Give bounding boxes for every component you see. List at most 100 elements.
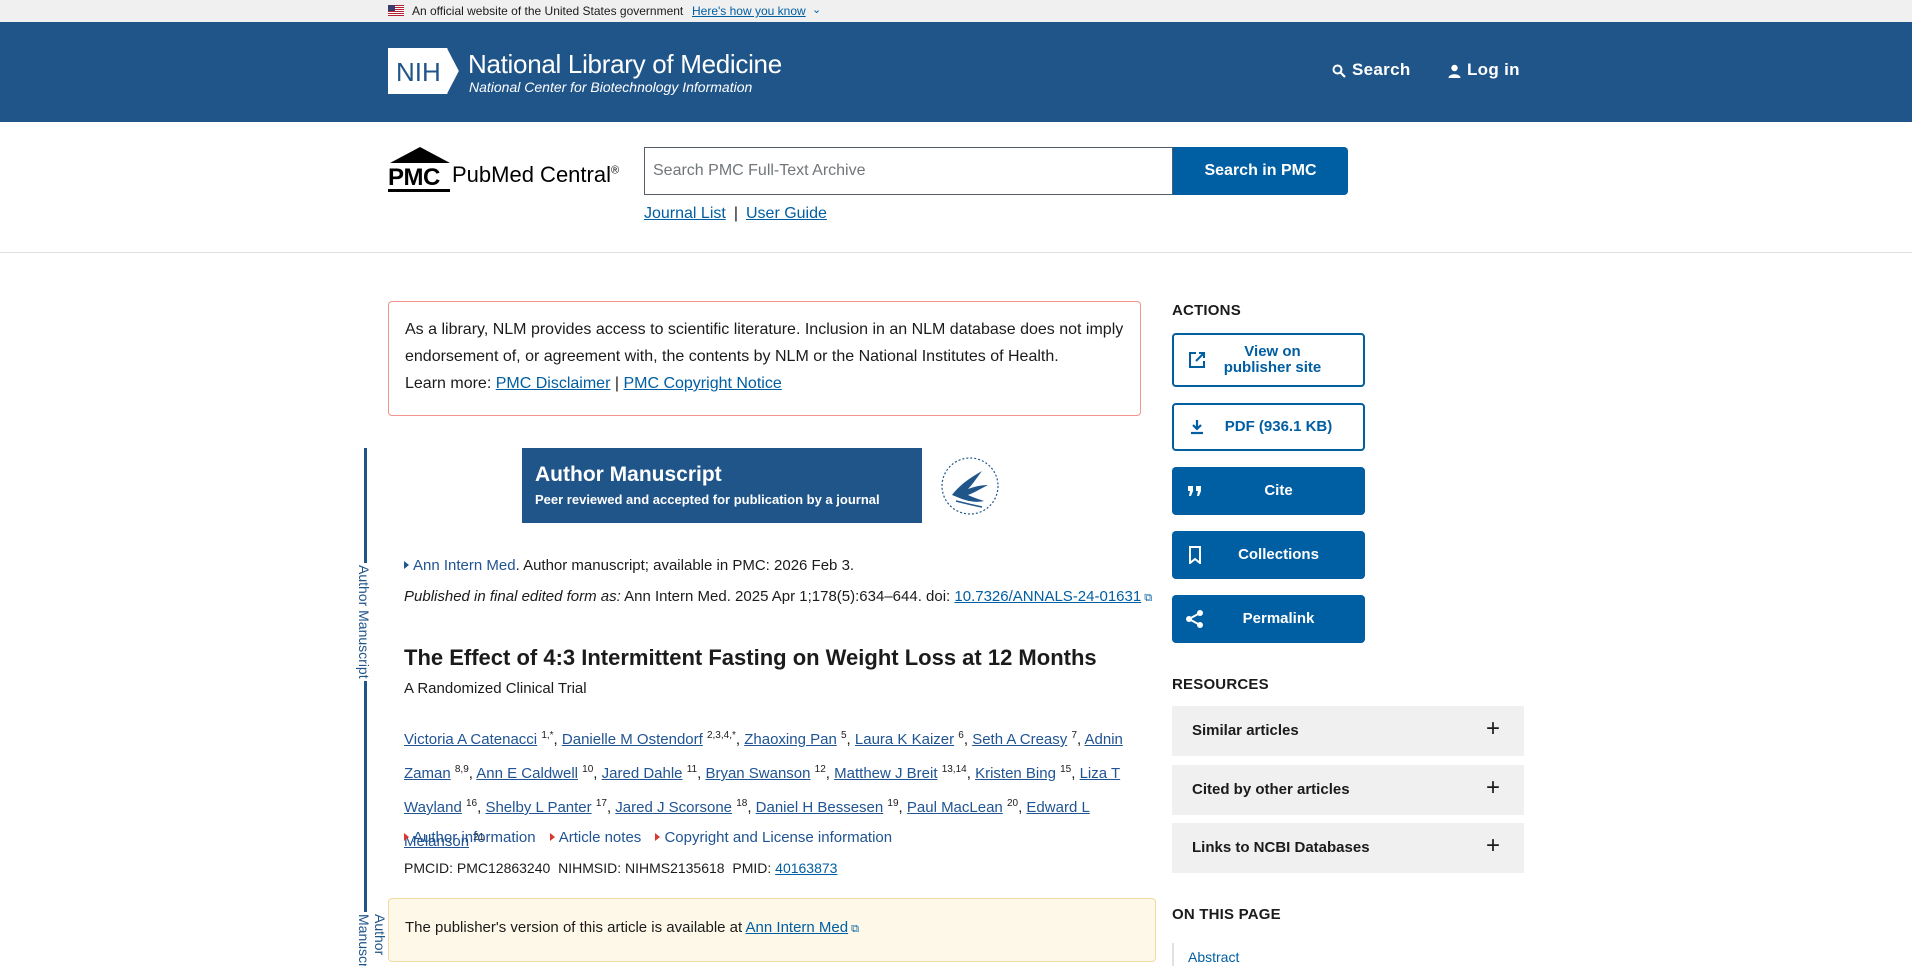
external-link-icon xyxy=(1186,349,1208,371)
official-website-text: An official website of the United States… xyxy=(412,4,684,18)
abstract-nav-link[interactable]: Abstract xyxy=(1188,949,1239,965)
author-affiliation: 6 xyxy=(958,730,964,741)
us-flag-icon xyxy=(388,5,404,16)
author-link[interactable]: Jared J Scorsone xyxy=(615,799,732,816)
author-affiliation: 20 xyxy=(1006,798,1019,809)
author-affiliation: 15 xyxy=(1060,764,1072,775)
chevron-down-icon[interactable]: ⌄ xyxy=(812,3,821,16)
pmc-search-band: PMC PubMed Central® Search in PMC Journa… xyxy=(0,122,1912,253)
pdf-download-button[interactable]: PDF (936.1 KB) xyxy=(1172,403,1365,451)
journal-list-link[interactable]: Journal List xyxy=(644,205,726,222)
on-this-page-title: ON THIS PAGE xyxy=(1172,906,1281,923)
similar-articles-accordion[interactable]: Similar articles + xyxy=(1172,706,1524,756)
pubmed-central-name[interactable]: PubMed Central® xyxy=(452,162,619,188)
author-affiliation: 17 xyxy=(595,798,607,809)
actions-title: ACTIONS xyxy=(1172,302,1241,319)
on-this-page-rule xyxy=(1172,943,1174,966)
banner-subtitle: Peer reviewed and accepted for publicati… xyxy=(535,492,880,507)
author-link[interactable]: Kristen Bing xyxy=(975,765,1056,782)
nih-logo[interactable]: NIH xyxy=(388,48,462,94)
author-affiliation: 18 xyxy=(736,798,748,809)
author-link[interactable]: Daniel H Bessesen xyxy=(756,799,884,816)
author-link[interactable]: Bryan Swanson xyxy=(705,765,810,782)
article-info-links: Author information Article notes Copyrig… xyxy=(404,829,902,846)
banner-seal-panel xyxy=(922,449,1021,522)
view-on-publisher-button[interactable]: View on publisher site xyxy=(1172,333,1365,387)
header-login-button[interactable]: Log in xyxy=(1448,60,1520,80)
pmid-link[interactable]: 40163873 xyxy=(775,860,837,876)
user-icon xyxy=(1448,64,1461,78)
search-icon xyxy=(1332,64,1346,78)
user-guide-link[interactable]: User Guide xyxy=(746,205,827,222)
pmc-copyright-link[interactable]: PMC Copyright Notice xyxy=(623,375,781,392)
author-affiliation: 13,14 xyxy=(941,764,967,775)
cite-button[interactable]: Cite xyxy=(1172,467,1365,515)
banner-title: Author Manuscript xyxy=(535,463,722,486)
pmc-logo[interactable]: PMC xyxy=(388,146,452,192)
author-link[interactable]: Zhaoxing Pan xyxy=(744,731,837,748)
author-affiliation: 19 xyxy=(887,798,899,809)
publisher-version-notice: The publisher's version of this article … xyxy=(388,898,1156,962)
author-manuscript-side-label: Author Manuscript xyxy=(356,563,372,681)
article-ids: PMCID: PMC12863240 NIHMSID: NIHMS2135618… xyxy=(404,860,837,876)
author-manuscript-banner: Author Manuscript Peer reviewed and acce… xyxy=(522,448,1021,523)
external-link-icon: ⧉ xyxy=(851,923,859,935)
banner-blue-panel: Author Manuscript Peer reviewed and acce… xyxy=(523,449,922,522)
expand-triangle-icon xyxy=(549,833,555,841)
author-affiliation: 16 xyxy=(465,798,478,809)
pmc-search-input[interactable] xyxy=(644,147,1173,195)
collections-button[interactable]: Collections xyxy=(1172,531,1365,579)
author-link[interactable]: Seth A Creasy xyxy=(972,731,1067,748)
nihmsid: NIHMSID: NIHMS2135618 xyxy=(558,860,725,876)
resources-title: RESOURCES xyxy=(1172,676,1269,693)
pubmed-central-label: PubMed Central xyxy=(452,162,611,187)
journal-link[interactable]: Ann Intern Med xyxy=(413,557,516,574)
bookmark-icon xyxy=(1184,544,1206,566)
gov-banner: An official website of the United States… xyxy=(0,0,1912,22)
published-citation: Ann Intern Med. 2025 Apr 1;178(5):634–64… xyxy=(624,588,951,605)
article-notes-label: Article notes xyxy=(558,829,642,846)
author-link[interactable]: Laura K Kaizer xyxy=(855,731,954,748)
article-notes-toggle[interactable]: Article notes xyxy=(549,829,642,846)
author-link[interactable]: Jared Dahle xyxy=(602,765,683,782)
author-affiliation: 1,* xyxy=(541,730,554,741)
plus-icon: + xyxy=(1486,774,1501,801)
author-affiliation: 11 xyxy=(686,764,698,775)
author-link[interactable]: Matthew J Breit xyxy=(834,765,937,782)
author-link[interactable]: Victoria A Catenacci xyxy=(404,731,537,748)
quote-icon xyxy=(1184,480,1206,502)
disclaimer-text: As a library, NLM provides access to sci… xyxy=(405,321,1124,365)
author-link[interactable]: Danielle M Ostendorf xyxy=(562,731,703,748)
expand-triangle-icon xyxy=(655,833,661,841)
author-affiliation: 2,3,4,* xyxy=(706,730,736,741)
cited-by-accordion[interactable]: Cited by other articles + xyxy=(1172,765,1524,815)
author-affiliation: 8,9 xyxy=(454,764,469,775)
expand-triangle-icon xyxy=(404,561,409,569)
author-link[interactable]: Shelby L Panter xyxy=(485,799,591,816)
author-manuscript-side-label-2: Author Manuscript xyxy=(356,912,388,966)
expand-triangle-icon xyxy=(404,833,409,841)
doi-link[interactable]: 10.7326/ANNALS-24-01631 xyxy=(954,588,1141,605)
disclaimer-separator: | xyxy=(614,375,619,392)
search-in-pmc-button[interactable]: Search in PMC xyxy=(1173,147,1348,195)
publisher-link[interactable]: Ann Intern Med xyxy=(746,919,849,936)
pmc-disclaimer-link[interactable]: PMC Disclaimer xyxy=(496,375,611,392)
nih-logo-text: NIH xyxy=(396,57,441,87)
header-search-label: Search xyxy=(1352,60,1411,79)
publisher-notice-text: The publisher's version of this article … xyxy=(405,919,743,936)
author-affiliation: 10 xyxy=(582,764,594,775)
header-login-label: Log in xyxy=(1467,60,1520,79)
author-link[interactable]: Ann E Caldwell xyxy=(476,765,578,782)
nlm-header: NIH National Library of Medicine Nationa… xyxy=(0,22,1912,122)
author-affiliation: 5 xyxy=(840,730,847,741)
header-search-button[interactable]: Search xyxy=(1332,60,1411,80)
nlm-title[interactable]: National Library of Medicine xyxy=(468,49,782,80)
hhs-seal-icon xyxy=(941,457,999,515)
ncbi-links-accordion[interactable]: Links to NCBI Databases + xyxy=(1172,823,1524,873)
author-information-toggle[interactable]: Author information xyxy=(404,829,536,846)
author-link[interactable]: Paul MacLean xyxy=(907,799,1003,816)
how-you-know-link[interactable]: Here's how you know xyxy=(692,4,806,18)
permalink-button[interactable]: Permalink xyxy=(1172,595,1365,643)
copyright-label: Copyright and License information xyxy=(664,829,893,846)
copyright-toggle[interactable]: Copyright and License information xyxy=(655,829,892,846)
